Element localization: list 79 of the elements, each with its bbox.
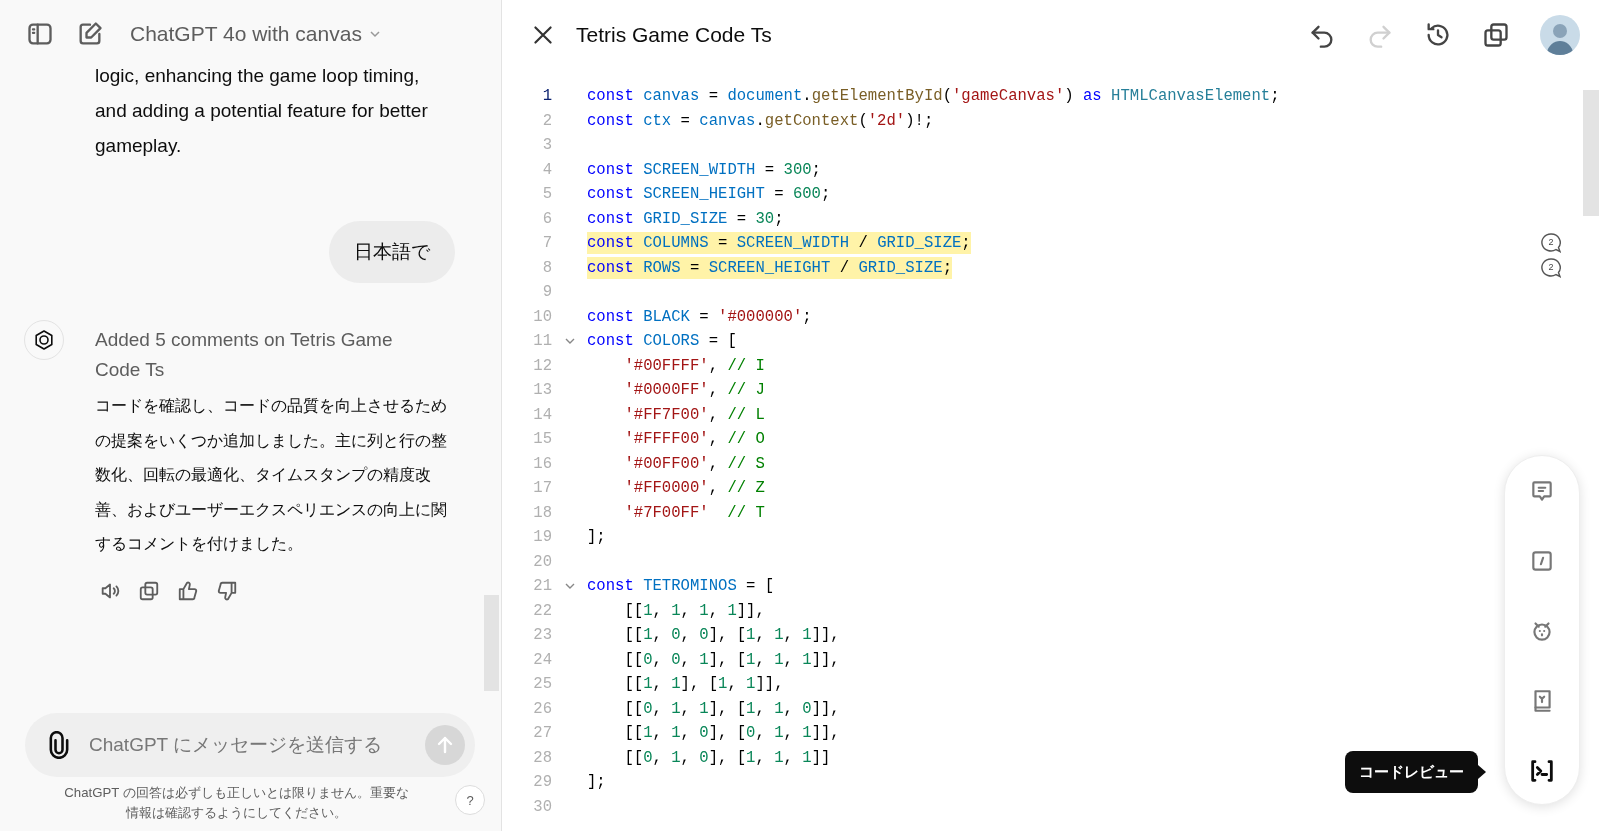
- code-line: '#FF7F00', // L: [623, 404, 765, 426]
- line-number: 14: [532, 405, 552, 424]
- code-line: const SCREEN_WIDTH = 300;: [587, 159, 821, 181]
- line-number: 6: [541, 209, 552, 228]
- avatar[interactable]: [1540, 15, 1580, 55]
- terminal-icon: [1528, 757, 1556, 785]
- line-number: 17: [532, 479, 552, 498]
- user-message: 日本語で: [329, 221, 455, 283]
- line-number: 15: [532, 430, 552, 449]
- line-number: 11: [532, 332, 552, 351]
- line-number: 21: [532, 577, 552, 596]
- model-selector[interactable]: ChatGPT 4o with canvas: [130, 22, 382, 46]
- line-number: 27: [532, 724, 552, 743]
- code-line: ];: [587, 527, 606, 549]
- message-input[interactable]: ChatGPT にメッセージを送信する: [87, 733, 411, 757]
- line-number: 8: [541, 258, 552, 277]
- line-number: 7: [541, 234, 552, 253]
- comment-icon: [1529, 478, 1555, 504]
- code-line: '#00FF00', // S: [623, 453, 765, 475]
- line-number: 22: [532, 601, 552, 620]
- canvas-title: Tetris Game Code Ts: [576, 23, 773, 47]
- code-line: '#00FFFF', // I: [623, 355, 765, 377]
- line-number: 16: [532, 454, 552, 473]
- code-line: [[1, 1], [1, 1]],: [623, 674, 784, 696]
- code-line: '#FF0000', // Z: [623, 478, 765, 500]
- thumbs-down-icon: [216, 579, 238, 602]
- slash-icon: [1529, 548, 1555, 574]
- code-line: ];: [587, 772, 606, 794]
- line-number: 4: [541, 160, 552, 179]
- code-line: [[0, 1, 1], [1, 1, 0]],: [623, 698, 840, 720]
- tooltip: コードレビュー: [1345, 751, 1486, 793]
- line-number: 19: [532, 528, 552, 547]
- code-line: [[1, 1, 1, 1]],: [623, 600, 765, 622]
- code-line: '#FFFF00', // O: [623, 429, 765, 451]
- disclaimer-text: ChatGPT の回答は必ずしも正しいとは限りません。重要な情報は確認するようにしてください。: [64, 784, 409, 822]
- line-number: 9: [541, 283, 552, 302]
- line-number: 10: [532, 307, 552, 326]
- line-number: 28: [532, 748, 552, 767]
- line-number: 18: [532, 503, 552, 522]
- thumbs-up-icon: [177, 579, 199, 602]
- line-number: 23: [532, 626, 552, 645]
- line-number: 1: [541, 87, 552, 106]
- code-line: [[1, 1, 0], [0, 1, 1]],: [623, 723, 840, 745]
- code-line: const GRID_SIZE = 30;: [587, 208, 784, 230]
- line-number: 25: [532, 675, 552, 694]
- comment-marker[interactable]: 2: [1539, 256, 1563, 279]
- line-number: 30: [532, 797, 552, 816]
- code-line: const SCREEN_HEIGHT = 600;: [587, 184, 831, 206]
- line-number: 26: [532, 699, 552, 718]
- copy-icon: [138, 579, 160, 602]
- line-number: 12: [532, 356, 552, 375]
- copy-icon: [1482, 21, 1510, 49]
- line-number: 2: [541, 111, 552, 130]
- line-number: 13: [532, 381, 552, 400]
- line-number: 5: [541, 185, 552, 204]
- code-line: [[1, 0, 0], [1, 1, 1]],: [623, 625, 840, 647]
- code-line: const COLORS = [: [587, 331, 737, 353]
- code-line: const TETROMINOS = [: [587, 576, 775, 598]
- code-line: const canvas = document.getElementById('gameCanvas') as HTMLCanvasElement;: [587, 86, 1280, 108]
- code-line: const ctx = canvas.getContext('2d')!;: [587, 110, 934, 132]
- comment-marker[interactable]: 2: [1539, 232, 1563, 255]
- assistant-message: コードを確認し、コードの品質を向上させるための提案をいくつか追加しました。主に列と行の整数化、回転の最適化、タイムスタンプの精度改善、およびユーザーエクスペリエンスの向上に関するコメントを付けました。: [95, 396, 448, 554]
- line-number: 24: [532, 650, 552, 669]
- help-button[interactable]: ?: [455, 785, 485, 815]
- line-number: 3: [541, 136, 552, 155]
- message-field[interactable]: ChatGPT にメッセージを送信する: [25, 713, 475, 777]
- logo-icon: [32, 328, 56, 352]
- assistant-message: logic, enhancing the game loop timing, and adding a potential feature for better gameplay.: [95, 68, 429, 158]
- code-line: [[0, 0, 1], [1, 1, 1]],: [623, 649, 840, 671]
- status-text: Added 5 comments on Tetris Game Code Ts: [95, 328, 394, 382]
- scrollbar-thumb[interactable]: [1583, 90, 1599, 216]
- copy-button[interactable]: [1482, 21, 1510, 49]
- code-line: '#0000FF', // J: [623, 380, 765, 402]
- pointer-icon: [1478, 765, 1486, 779]
- code-line: const BLACK = '#000000';: [587, 306, 812, 328]
- code-line: [[0, 1, 0], [1, 1, 1]]: [623, 747, 831, 769]
- line-number: 29: [532, 773, 552, 792]
- line-number: 20: [532, 552, 552, 571]
- code-line: '#7F00FF' // T: [623, 502, 765, 524]
